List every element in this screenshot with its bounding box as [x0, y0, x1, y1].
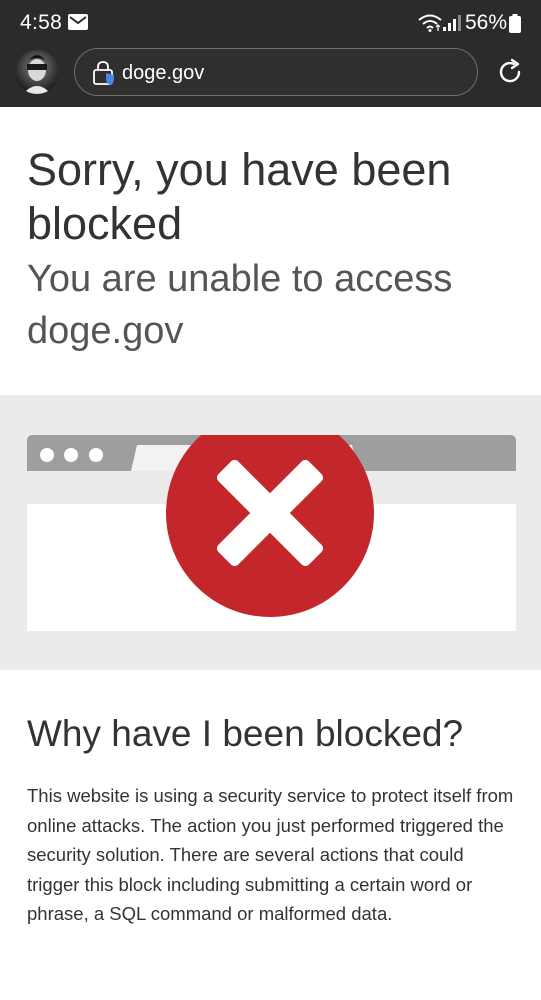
- illustration-dot-2: [64, 448, 78, 462]
- block-explanation: Why have I been blocked? This website is…: [0, 670, 541, 1000]
- wifi-icon: [418, 14, 442, 32]
- battery-percent: 56%: [465, 11, 508, 34]
- avatar[interactable]: [15, 50, 59, 94]
- lock-icon[interactable]: [93, 61, 115, 85]
- battery-icon: [509, 14, 521, 33]
- page-subtitle: You are unable to access doge.gov: [27, 258, 453, 352]
- mail-icon: [68, 14, 88, 30]
- browser-toolbar: doge.gov: [0, 46, 541, 107]
- url-field[interactable]: doge.gov: [74, 48, 478, 96]
- status-time: 4:58: [20, 11, 63, 34]
- status-bar: 4:58 56%: [0, 0, 541, 46]
- illustration-dot-1: [40, 448, 54, 462]
- url-text: doge.gov: [122, 62, 205, 84]
- blocked-browser-illustration: [27, 435, 516, 631]
- illustration-dot-3: [89, 448, 103, 462]
- blocked-illustration-band: [0, 395, 541, 670]
- page-title: Sorry, you have been blocked: [27, 144, 452, 249]
- reload-icon[interactable]: [496, 58, 524, 86]
- signal-icon: [443, 15, 461, 31]
- block-header: Sorry, you have been blocked You are una…: [0, 107, 541, 395]
- avatar-image: [23, 55, 51, 94]
- why-blocked-heading: Why have I been blocked?: [27, 713, 464, 754]
- why-blocked-text: This website is using a security service…: [27, 785, 514, 925]
